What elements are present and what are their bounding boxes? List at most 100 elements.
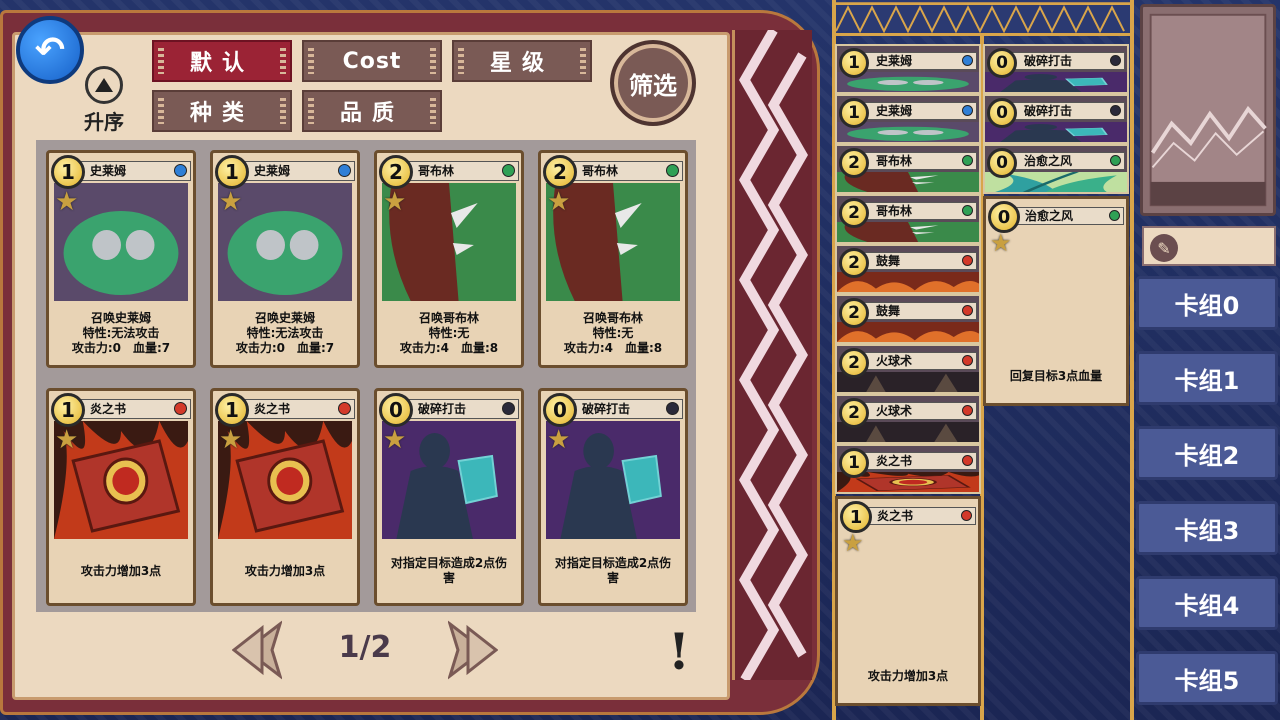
card-description: 攻击力增加3点 bbox=[54, 543, 188, 599]
sort-cost-button[interactable]: Cost bbox=[302, 40, 442, 82]
card-name: 鼓舞 bbox=[863, 302, 977, 320]
deck-card-entry[interactable]: 2 哥布林 bbox=[835, 144, 981, 194]
collection-card[interactable]: 0 破碎打击 ★ 对指定目标造成2点伤害 bbox=[538, 388, 688, 606]
deck-cover-card bbox=[1140, 4, 1276, 216]
deck-card-entry[interactable]: 1 史莱姆 bbox=[835, 94, 981, 144]
card-description-line: 攻击力:4 血量:8 bbox=[563, 340, 663, 355]
star-icon: ★ bbox=[547, 425, 571, 455]
card-description-line: 攻击力:0 血量:7 bbox=[71, 340, 171, 355]
page-indicator: 1/2 bbox=[338, 630, 392, 665]
card-description-line: 对指定目标造成2点伤 bbox=[390, 556, 508, 570]
card-name: 破碎打击 bbox=[1011, 52, 1125, 70]
card-description: 攻击力增加3点 bbox=[218, 543, 352, 599]
card-description-line: 召唤史莱姆 bbox=[90, 310, 151, 325]
deck-card-entry[interactable]: 2 哥布林 bbox=[835, 194, 981, 244]
collection-card[interactable]: 1 炎之书 ★ 攻击力增加3点 bbox=[210, 388, 360, 606]
card-description-line: 害 bbox=[606, 571, 619, 585]
sort-type-button[interactable]: 种类 bbox=[152, 90, 292, 132]
card-description-line: 召唤史莱姆 bbox=[254, 310, 315, 325]
star-icon: ★ bbox=[547, 187, 571, 217]
fire-element-icon bbox=[962, 455, 973, 466]
ascending-triangle-icon bbox=[85, 66, 123, 104]
water-element-icon bbox=[174, 164, 187, 177]
water-element-icon bbox=[338, 164, 351, 177]
fire-element-icon bbox=[962, 355, 973, 366]
star-icon: ★ bbox=[383, 425, 407, 455]
next-page-button[interactable] bbox=[447, 619, 499, 681]
nature-element-icon bbox=[666, 164, 679, 177]
deck-border-right bbox=[1130, 0, 1134, 720]
collection-card[interactable]: 1 炎之书 ★ 攻击力增加3点 bbox=[46, 388, 196, 606]
card-name: 鼓舞 bbox=[863, 252, 977, 270]
cost-gem: 2 bbox=[839, 148, 869, 178]
deck-card-entry[interactable]: 1 炎之书 bbox=[835, 444, 981, 494]
card-name: 炎之书 bbox=[863, 452, 977, 470]
deck-select-button-3[interactable]: 卡组3 bbox=[1136, 501, 1278, 555]
deck-select-button-2[interactable]: 卡组2 bbox=[1136, 426, 1278, 480]
deck-card-entry[interactable]: 0 治愈之风 bbox=[983, 144, 1129, 194]
prev-page-button[interactable] bbox=[231, 619, 283, 681]
cost-gem: 2 bbox=[379, 155, 413, 189]
dark-element-icon bbox=[1110, 105, 1121, 116]
star-icon: ★ bbox=[55, 425, 79, 455]
deck-select-button-4[interactable]: 卡组4 bbox=[1136, 576, 1278, 630]
card-name: 火球术 bbox=[863, 402, 977, 420]
cost-gem: 1 bbox=[839, 48, 869, 78]
nature-element-icon bbox=[962, 155, 973, 166]
cost-gem: 0 bbox=[987, 98, 1017, 128]
cost-gem: 1 bbox=[215, 155, 249, 189]
cost-gem: 0 bbox=[543, 393, 577, 427]
cost-gem: 2 bbox=[543, 155, 577, 189]
collection-card[interactable]: 2 哥布林 ★ 召唤哥布林 特性:无 攻击力:4 血量:8 bbox=[538, 150, 688, 368]
cost-gem: 1 bbox=[51, 393, 85, 427]
deck-card-entry[interactable]: 0 破碎打击 bbox=[983, 44, 1129, 94]
fire-element-icon bbox=[962, 305, 973, 316]
card-name: 治愈之风 bbox=[1014, 207, 1124, 225]
card-description: 回复目标3点血量 bbox=[1009, 368, 1103, 383]
sort-default-button[interactable]: 默认 bbox=[152, 40, 292, 82]
deck-card-entry[interactable]: 2 火球术 bbox=[835, 344, 981, 394]
card-description: 召唤史莱姆 特性:无法攻击 攻击力:0 血量:7 bbox=[218, 305, 352, 361]
card-description: 对指定目标造成2点伤害 bbox=[382, 543, 516, 599]
dark-element-icon bbox=[666, 402, 679, 415]
deck-select-button-0[interactable]: 卡组0 bbox=[1136, 276, 1278, 330]
info-button[interactable]: ! bbox=[662, 622, 696, 681]
filter-button[interactable]: 筛选 bbox=[610, 40, 696, 126]
nature-element-icon bbox=[962, 205, 973, 216]
deck-select-button-5[interactable]: 卡组5 bbox=[1136, 651, 1278, 705]
fire-element-icon bbox=[962, 405, 973, 416]
card-description-line: 攻击力:4 血量:8 bbox=[399, 340, 499, 355]
cost-gem: 0 bbox=[987, 48, 1017, 78]
card-description: 召唤哥布林 特性:无 攻击力:4 血量:8 bbox=[546, 305, 680, 361]
collection-card[interactable]: 1 史莱姆 ★ 召唤史莱姆 特性:无法攻击 攻击力:0 血量:7 bbox=[46, 150, 196, 368]
card-description: 召唤哥布林 特性:无 攻击力:4 血量:8 bbox=[382, 305, 516, 361]
deck-card-entry[interactable]: 2 鼓舞 bbox=[835, 244, 981, 294]
sort-star-button[interactable]: 星级 bbox=[452, 40, 592, 82]
card-description-line: 对指定目标造成2点伤 bbox=[554, 556, 672, 570]
deck-card-entry[interactable]: 1 史莱姆 bbox=[835, 44, 981, 94]
deck-card-expanded-left[interactable]: 1 炎之书 ★ 攻击力增加3点 bbox=[835, 496, 981, 706]
sort-quality-button[interactable]: 品质 bbox=[302, 90, 442, 132]
deck-select-button-1[interactable]: 卡组1 bbox=[1136, 351, 1278, 405]
deck-card-entry[interactable]: 2 火球术 bbox=[835, 394, 981, 444]
collection-card[interactable]: 0 破碎打击 ★ 对指定目标造成2点伤害 bbox=[374, 388, 524, 606]
cost-gem: 2 bbox=[839, 348, 869, 378]
deck-card-entry[interactable]: 0 破碎打击 bbox=[983, 94, 1129, 144]
deck-card-expanded-right[interactable]: 0 治愈之风 ★ 回复目标3点血量 bbox=[983, 196, 1129, 406]
star-icon: ★ bbox=[990, 229, 1012, 257]
water-element-icon bbox=[962, 105, 973, 116]
card-description-line: 攻击力增加3点 bbox=[244, 563, 326, 578]
back-button[interactable]: ↶ bbox=[16, 16, 84, 84]
star-icon: ★ bbox=[842, 529, 864, 557]
deck-card-entry[interactable]: 2 鼓舞 bbox=[835, 294, 981, 344]
card-description-line: 攻击力增加3点 bbox=[80, 563, 162, 578]
collection-card[interactable]: 2 哥布林 ★ 召唤哥布林 特性:无 攻击力:4 血量:8 bbox=[374, 150, 524, 368]
dark-element-icon bbox=[502, 402, 515, 415]
cost-gem: 2 bbox=[839, 198, 869, 228]
ascending-toggle[interactable]: 升序 bbox=[78, 66, 130, 136]
fire-element-icon bbox=[338, 402, 351, 415]
deck-name-field[interactable]: ✎ bbox=[1142, 226, 1276, 266]
card-name: 哥布林 bbox=[863, 202, 977, 220]
card-description-line: 害 bbox=[442, 571, 455, 585]
collection-card[interactable]: 1 史莱姆 ★ 召唤史莱姆 特性:无法攻击 攻击力:0 血量:7 bbox=[210, 150, 360, 368]
